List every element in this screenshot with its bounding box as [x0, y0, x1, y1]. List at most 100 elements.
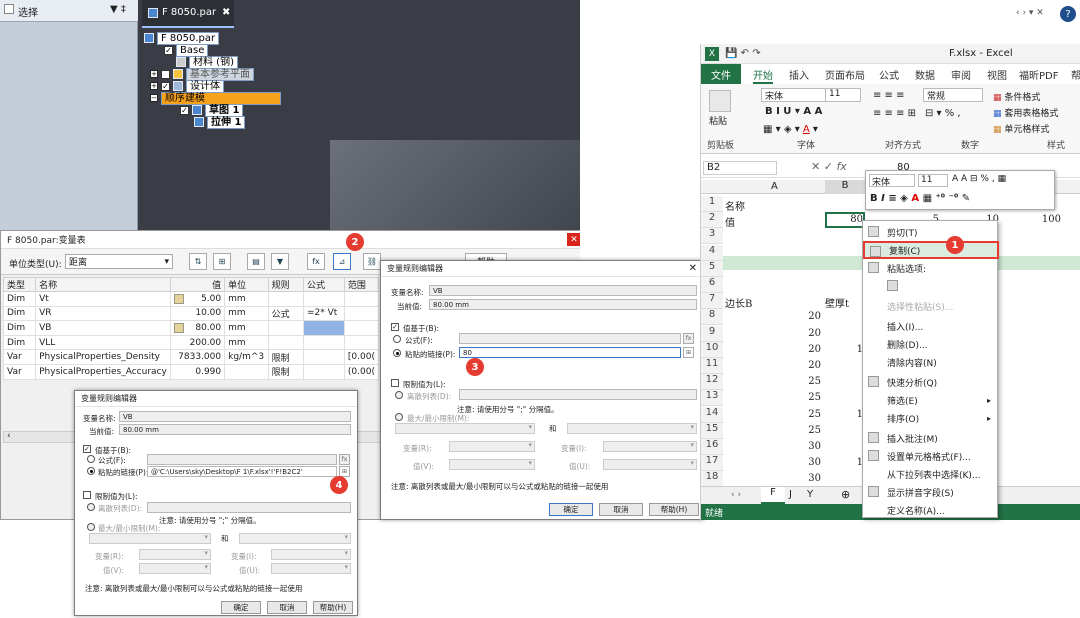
- col-rule[interactable]: 规则: [267, 277, 304, 292]
- tab-formulas[interactable]: 公式: [879, 67, 899, 82]
- limit-checkbox[interactable]: [83, 491, 91, 499]
- cell-a12[interactable]: 25: [767, 376, 821, 387]
- cell-a8[interactable]: 20: [767, 311, 821, 322]
- tree-item-extrude[interactable]: 拉伸 1: [194, 115, 246, 129]
- limit-checkbox[interactable]: [391, 379, 399, 387]
- col-formula[interactable]: 公式: [302, 277, 345, 292]
- row-header[interactable]: 14: [701, 406, 723, 423]
- row-header[interactable]: 4: [701, 244, 723, 261]
- menu-paste-icon-row[interactable]: [863, 277, 999, 295]
- conditional-format-button[interactable]: ▦ 条件格式: [993, 90, 1040, 103]
- link-radio[interactable]: [393, 349, 401, 357]
- menu-phonetic[interactable]: 显示拼音字段(S): [863, 483, 999, 501]
- tree-item-base[interactable]: ✓ Base: [164, 43, 209, 57]
- max-select[interactable]: [239, 533, 351, 544]
- cell-e2[interactable]: 100: [1039, 214, 1061, 225]
- checkbox-icon[interactable]: [161, 69, 170, 79]
- col-header-a[interactable]: A: [771, 181, 778, 192]
- tab-review[interactable]: 审阅: [951, 67, 971, 82]
- mini-format-icons[interactable]: A A ⊟ % , ▦: [952, 174, 1006, 184]
- ok-button[interactable]: 确定: [221, 601, 261, 614]
- row-header[interactable]: 16: [701, 439, 723, 455]
- cancel-button[interactable]: 取消: [267, 601, 307, 614]
- cell-value[interactable]: 200.00: [169, 334, 226, 351]
- fx-icon[interactable]: fx: [683, 333, 694, 344]
- link-radio[interactable]: [87, 467, 95, 475]
- var-r-select[interactable]: [139, 549, 211, 560]
- row-header[interactable]: 1: [701, 196, 723, 212]
- discrete-radio[interactable]: [87, 503, 95, 511]
- ok-button[interactable]: 确定: [549, 503, 593, 516]
- add-sheet-icon[interactable]: ⊕: [841, 488, 850, 501]
- rule-editor-icon[interactable]: ⊿: [333, 253, 351, 270]
- row-header[interactable]: 2: [701, 212, 723, 229]
- cell-b10[interactable]: 1: [827, 344, 863, 355]
- col-unit[interactable]: 单位: [224, 277, 269, 292]
- tree-item-material[interactable]: 材料 (钢): [176, 55, 238, 69]
- quick-access-icons[interactable]: 💾 ↶ ↷: [725, 48, 761, 59]
- row-header[interactable]: 17: [701, 455, 723, 472]
- sheet-nav-icons[interactable]: ‹ ›: [731, 490, 741, 500]
- name-box[interactable]: B2: [703, 161, 777, 175]
- select-icon[interactable]: [4, 4, 14, 14]
- tree-item-design-body[interactable]: + ✓ 设计体: [150, 79, 224, 93]
- close-tab-icon[interactable]: ✖: [222, 7, 230, 18]
- based-on-checkbox[interactable]: ✓: [391, 323, 399, 331]
- tab-help[interactable]: 帮: [1071, 67, 1080, 82]
- menu-pick-from-list[interactable]: 从下拉列表中选择(K)...: [863, 465, 999, 483]
- menu-delete[interactable]: 删除(D)...: [863, 335, 999, 353]
- funnel-icon[interactable]: ▼: [271, 253, 289, 270]
- cell-value[interactable]: 5.00: [169, 291, 226, 307]
- document-tab[interactable]: F 8050.par ✖: [142, 0, 234, 28]
- row-header[interactable]: 6: [701, 277, 723, 293]
- menu-filter[interactable]: 筛选(E) ▸: [863, 391, 999, 409]
- row-header[interactable]: 10: [701, 341, 723, 358]
- var-i-select[interactable]: [603, 441, 697, 452]
- variable-icon[interactable]: ▤: [247, 253, 265, 270]
- cell-a13[interactable]: 25: [767, 392, 821, 403]
- help-icon[interactable]: ?: [1060, 6, 1076, 22]
- cell-b14[interactable]: 1: [827, 409, 863, 420]
- tab-pdf[interactable]: 福昕PDF: [1019, 67, 1058, 82]
- tree-item-file[interactable]: F 8050.par: [144, 31, 220, 45]
- pane-pin-icon[interactable]: ▼ ‡: [110, 4, 126, 15]
- cell-a16[interactable]: 30: [767, 441, 821, 452]
- table-row[interactable]: Dim VB 80.00 mm: [2, 320, 380, 336]
- row-header[interactable]: 5: [701, 260, 723, 277]
- sheet-tab-j[interactable]: J: [789, 489, 792, 500]
- sheet-tab-f[interactable]: F: [761, 487, 785, 504]
- cell-value[interactable]: 80.00: [169, 320, 226, 336]
- row-header[interactable]: 12: [701, 374, 723, 391]
- cell-value[interactable]: 10.00: [169, 305, 226, 322]
- tree-item-sketch[interactable]: ✓ 草图 1: [180, 103, 244, 117]
- size-select[interactable]: 11: [825, 88, 861, 102]
- checkbox-icon[interactable]: ✓: [161, 81, 170, 91]
- cell-a18[interactable]: 30: [767, 473, 821, 484]
- cell-a9[interactable]: 20: [767, 328, 821, 339]
- tab-home[interactable]: 开始: [753, 67, 773, 84]
- row-header[interactable]: 9: [701, 325, 723, 342]
- val-u-select[interactable]: [271, 563, 351, 574]
- tab-insert[interactable]: 插入: [789, 67, 809, 82]
- menu-define-name[interactable]: 定义名称(A)...: [863, 501, 999, 519]
- menu-insert-comment[interactable]: 插入批注(M): [863, 429, 999, 447]
- cancel-button[interactable]: 取消: [599, 503, 643, 516]
- col-value[interactable]: 值: [169, 277, 226, 292]
- menu-sort[interactable]: 排序(O) ▸: [863, 409, 999, 427]
- formula-radio[interactable]: [393, 335, 401, 343]
- mini-size-select[interactable]: 11: [918, 174, 948, 187]
- val-u-select[interactable]: [603, 459, 697, 470]
- var-r-select[interactable]: [449, 441, 535, 452]
- table-row[interactable]: Dim Vt 5.00 mm: [2, 291, 380, 307]
- expand-icon[interactable]: +: [150, 70, 158, 78]
- row-header[interactable]: 18: [701, 471, 723, 488]
- row-header[interactable]: 8: [701, 309, 723, 326]
- mini-font-select[interactable]: 宋体: [869, 174, 915, 188]
- menu-cut[interactable]: 剪切(T): [863, 223, 999, 241]
- row-header[interactable]: 13: [701, 390, 723, 407]
- tree-item-ordered[interactable]: − 顺序建模: [150, 91, 281, 105]
- menu-copy[interactable]: 复制(C): [863, 241, 999, 259]
- fx-icon[interactable]: fx: [307, 253, 325, 270]
- col-header-b[interactable]: B: [825, 180, 865, 194]
- cell-a17[interactable]: 30: [767, 457, 821, 468]
